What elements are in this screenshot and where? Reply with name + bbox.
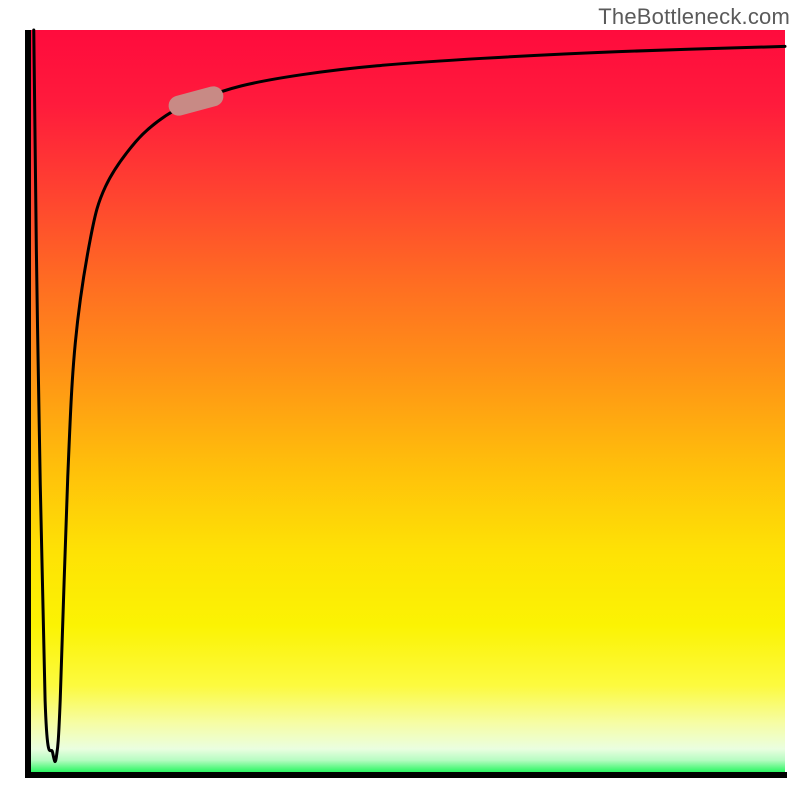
bottleneck-chart: TheBottleneck.com (0, 0, 800, 800)
curve-svg (30, 30, 785, 775)
bottleneck-curve-path (34, 30, 785, 762)
watermark-text: TheBottleneck.com (598, 4, 790, 30)
